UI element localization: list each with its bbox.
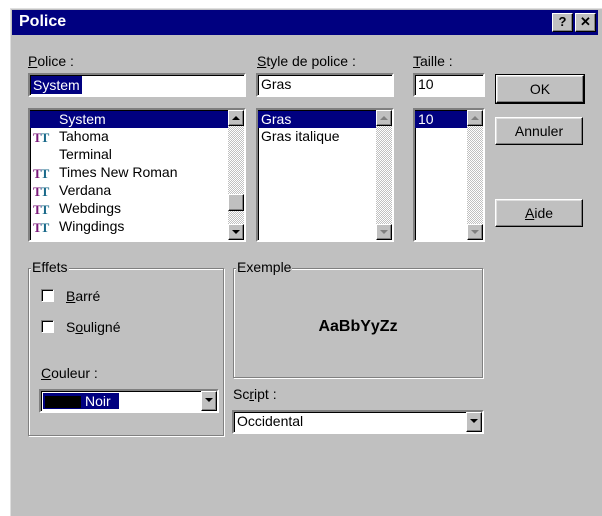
script-value: Occidental bbox=[237, 413, 304, 429]
strike-checkbox[interactable] bbox=[41, 289, 54, 302]
close-icon: ✕ bbox=[580, 14, 591, 29]
dialog-title: Police bbox=[19, 13, 67, 30]
arrow-down-icon bbox=[232, 230, 240, 234]
underline-checkbox[interactable] bbox=[41, 320, 54, 333]
style-list-scrollbar[interactable] bbox=[376, 110, 392, 240]
color-selected: Noir bbox=[43, 393, 119, 409]
ok-button[interactable]: OK bbox=[495, 74, 585, 104]
style-value: Gras bbox=[261, 76, 292, 92]
scroll-down-button[interactable] bbox=[376, 224, 392, 240]
truetype-font-icon: TT bbox=[33, 184, 49, 199]
font-item-times-new-roman[interactable]: TT Times New Roman bbox=[30, 164, 178, 181]
scroll-thumb[interactable] bbox=[228, 194, 244, 211]
help-button[interactable]: Aide bbox=[495, 199, 583, 227]
script-dropdown-button[interactable] bbox=[466, 412, 482, 432]
size-label: Taille : bbox=[413, 53, 453, 69]
scroll-down-button[interactable] bbox=[467, 224, 483, 240]
help-icon: ? bbox=[558, 14, 567, 29]
style-label: Style de police : bbox=[257, 53, 356, 69]
size-value: 10 bbox=[418, 76, 434, 92]
style-list-items: Gras Gras italique bbox=[258, 110, 376, 240]
font-list[interactable]: System TT Tahoma Terminal TT Times New Rom… bbox=[28, 108, 246, 242]
script-select[interactable]: Occidental bbox=[232, 410, 484, 434]
effects-title: Effets bbox=[31, 259, 69, 275]
truetype-font-icon: TT bbox=[33, 130, 49, 145]
font-list-items: System TT Tahoma Terminal TT Times New Rom… bbox=[30, 110, 228, 240]
font-item-wingdings[interactable]: TT Wingdings bbox=[30, 218, 124, 235]
arrow-down-icon bbox=[380, 230, 388, 234]
truetype-font-icon: TT bbox=[33, 220, 49, 235]
truetype-font-icon: TT bbox=[33, 166, 49, 181]
scroll-up-button[interactable] bbox=[376, 110, 392, 126]
color-swatch bbox=[45, 396, 81, 409]
arrow-up-icon bbox=[380, 116, 388, 120]
font-item-tahoma[interactable]: TT Tahoma bbox=[30, 128, 109, 145]
size-input[interactable]: 10 bbox=[413, 73, 485, 97]
underline-label: Souligné bbox=[66, 319, 121, 335]
truetype-font-icon: TT bbox=[33, 202, 49, 217]
font-item-terminal[interactable]: Terminal bbox=[30, 146, 112, 163]
style-item-gras[interactable]: Gras bbox=[258, 111, 376, 128]
color-select[interactable]: Noir bbox=[39, 389, 219, 413]
sample-text: AaBbYyZz bbox=[318, 318, 398, 335]
size-list[interactable]: 10 bbox=[413, 108, 485, 242]
chevron-down-icon bbox=[470, 419, 478, 423]
font-label: Police : bbox=[28, 53, 74, 69]
color-dropdown-button[interactable] bbox=[201, 391, 217, 411]
script-label: Script : bbox=[233, 386, 277, 402]
arrow-down-icon bbox=[471, 230, 479, 234]
scroll-up-button[interactable] bbox=[228, 110, 244, 126]
sample-title: Exemple bbox=[236, 259, 293, 275]
size-item-10[interactable]: 10 bbox=[415, 111, 467, 128]
help-title-button[interactable]: ? bbox=[552, 13, 573, 32]
close-button[interactable]: ✕ bbox=[575, 13, 596, 32]
font-list-scrollbar[interactable] bbox=[228, 110, 244, 240]
size-list-scrollbar[interactable] bbox=[467, 110, 483, 240]
style-list[interactable]: Gras Gras italique bbox=[256, 108, 394, 242]
style-item-gras-italique[interactable]: Gras italique bbox=[258, 128, 340, 145]
scroll-up-button[interactable] bbox=[467, 110, 483, 126]
title-bar bbox=[12, 10, 598, 35]
scroll-down-button[interactable] bbox=[228, 224, 244, 240]
font-name-input[interactable]: System bbox=[28, 73, 246, 97]
color-label: Couleur : bbox=[41, 365, 98, 381]
style-input[interactable]: Gras bbox=[256, 73, 394, 97]
chevron-down-icon bbox=[205, 398, 213, 402]
font-item-system[interactable]: System bbox=[30, 111, 228, 128]
font-item-webdings[interactable]: TT Webdings bbox=[30, 200, 121, 217]
arrow-up-icon bbox=[471, 116, 479, 120]
size-list-items: 10 bbox=[415, 110, 467, 240]
font-item-verdana[interactable]: TT Verdana bbox=[30, 182, 111, 199]
font-name-value: System bbox=[31, 76, 82, 94]
arrow-up-icon bbox=[232, 116, 240, 120]
cancel-button[interactable]: Annuler bbox=[495, 117, 583, 145]
strike-label: Barré bbox=[66, 288, 101, 304]
